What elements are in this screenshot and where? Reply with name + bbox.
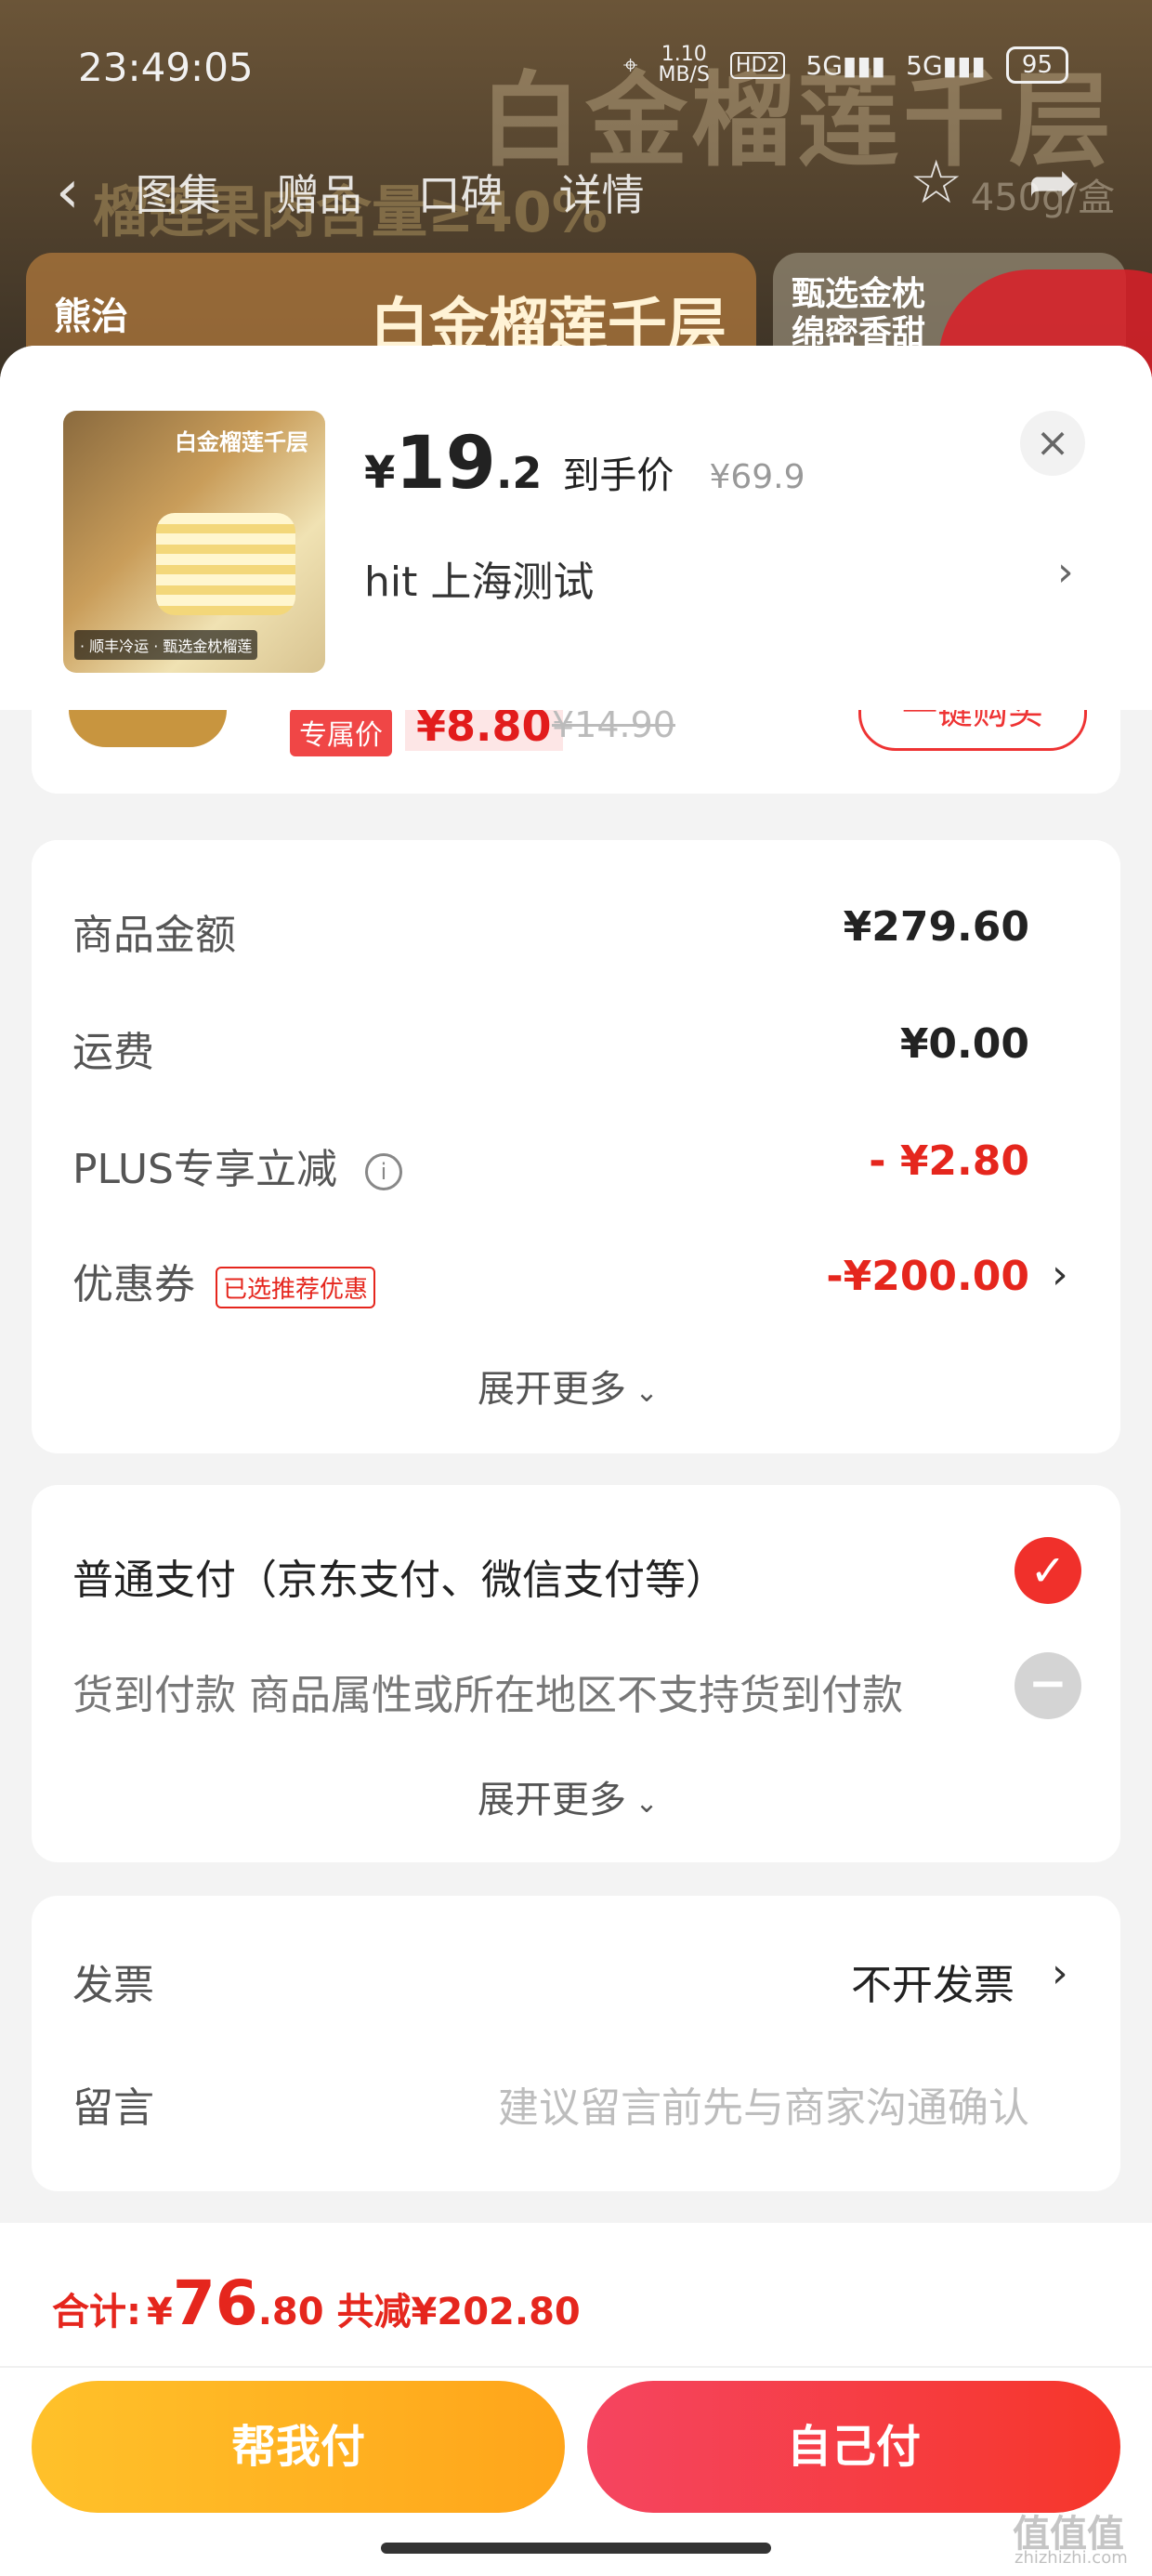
exclusive-price-label: 专属价	[290, 710, 392, 756]
chevron-down-icon: ⌄	[626, 1787, 659, 1820]
invoice-label: 发票	[72, 1962, 154, 2009]
note-input[interactable]: 建议留言前先与商家沟通确认	[498, 2074, 1029, 2134]
tab-gallery[interactable]: 图集	[136, 162, 221, 223]
signal-icon: 5G▮▮▮	[805, 49, 886, 81]
signal-icon-2: 5G▮▮▮	[906, 49, 986, 81]
coupon-badge: 已选推荐优惠	[216, 1266, 376, 1308]
chevron-down-icon: ⌄	[626, 1376, 659, 1409]
total-decimal: .80	[257, 2291, 324, 2333]
goods-amount-value: ¥279.60	[843, 903, 1029, 951]
background-feature-line1: 甄选金枕	[792, 275, 926, 313]
upsell-card: 专属价 ¥8.80 ¥14.90 一键购买	[32, 710, 1120, 794]
price-tag: 到手价	[562, 454, 674, 497]
background-brand: 熊治	[54, 296, 128, 338]
coupon-value[interactable]: -¥200.00	[826, 1253, 1029, 1300]
payment-cod-label: 货到付款 商品属性或所在地区不支持货到付款	[72, 1672, 903, 1719]
total-saved: 共减¥202.80	[336, 2291, 581, 2333]
expand-more-label: 展开更多	[478, 1779, 626, 1821]
total-row: 合计: ¥ 76 .80 共减¥202.80	[52, 2267, 581, 2339]
invoice-card	[32, 1896, 1120, 2191]
thumbnail-title: 白金榴莲千层	[175, 429, 308, 455]
net-speed-unit: MB/S	[658, 63, 710, 86]
share-icon[interactable]: ➦	[1028, 149, 1078, 217]
delivery-address[interactable]: hit 上海测试	[364, 548, 594, 608]
top-nav: ‹ 图集 赠品 口碑 详情	[56, 158, 645, 227]
total-label: 合计:	[52, 2291, 141, 2333]
signal-label-2: 5G	[906, 49, 943, 81]
tab-reviews[interactable]: 口碑	[418, 162, 504, 223]
expand-more-label: 展开更多	[478, 1368, 626, 1411]
invoice-value[interactable]: 不开发票	[851, 1952, 1015, 2011]
net-speed: 1.10 MB/S	[658, 45, 709, 85]
plus-discount-row: PLUS专享立减 i	[72, 1136, 402, 1195]
coupon-row[interactable]: 优惠券 已选推荐优惠	[72, 1251, 376, 1310]
plus-discount-label: PLUS专享立减	[72, 1146, 337, 1193]
thumbnail-bottom-text: · 顺丰冷运 · 甄选金枕榴莲	[74, 630, 258, 660]
self-pay-button[interactable]: 自己付	[587, 2381, 1120, 2513]
hd-icon: HD2	[729, 51, 786, 79]
payment-normal-label[interactable]: 普通支付（京东支付、微信支付等）	[72, 1546, 727, 1606]
goods-amount-label: 商品金额	[72, 912, 236, 959]
home-indicator[interactable]	[381, 2543, 771, 2554]
back-arrow-icon[interactable]: ‹	[56, 158, 80, 227]
one-click-buy-button[interactable]: 一键购买	[858, 710, 1087, 751]
battery-icon: 95	[1005, 46, 1068, 84]
chevron-right-icon[interactable]: ›	[1057, 548, 1074, 596]
signal-label-1: 5G	[805, 49, 843, 81]
plus-discount-value: - ¥2.80	[869, 1137, 1029, 1185]
cake-image	[156, 513, 295, 615]
upsell-price: ¥8.80	[405, 710, 563, 751]
nav-actions: ☆ ➦	[910, 149, 1078, 217]
chevron-right-icon[interactable]: ›	[1052, 1251, 1068, 1298]
price-row: ¥ 19 .2 到手价 ¥69.9	[364, 422, 805, 506]
upsell-image	[69, 710, 227, 747]
price-currency: ¥	[364, 447, 396, 499]
chevron-right-icon[interactable]: ›	[1052, 1950, 1068, 1997]
price-integer: 19	[395, 422, 496, 506]
total-integer: 76	[172, 2267, 258, 2339]
product-thumbnail: 白金榴莲千层 · 顺丰冷运 · 甄选金枕榴莲	[63, 411, 325, 673]
expand-more-amounts[interactable]: 展开更多 ⌄	[478, 1359, 659, 1413]
shipping-value: ¥0.00	[899, 1020, 1029, 1068]
price-decimal: .2	[495, 448, 543, 498]
shipping-label: 运费	[72, 1029, 154, 1076]
status-time: 23:49:05	[78, 45, 254, 90]
upsell-original-price: ¥14.90	[552, 710, 675, 745]
watermark-url: zhizhizhi.com	[1015, 2548, 1128, 2568]
status-icons: ⌖ 1.10 MB/S HD2 5G▮▮▮ 5G▮▮▮ 95	[623, 45, 1068, 85]
original-price: ¥69.9	[709, 458, 805, 496]
check-icon[interactable]: ✓	[1015, 1537, 1081, 1604]
location-icon: ⌖	[622, 49, 638, 80]
background-feature-text: 甄选金枕 绵密香甜	[792, 275, 925, 353]
coupon-label: 优惠券	[72, 1261, 195, 1308]
help-pay-button[interactable]: 帮我付	[32, 2381, 565, 2513]
expand-more-payment[interactable]: 展开更多 ⌄	[478, 1769, 659, 1823]
disabled-icon: −	[1015, 1652, 1081, 1719]
star-icon[interactable]: ☆	[910, 149, 962, 217]
sheet-header: 白金榴莲千层 · 顺丰冷运 · 甄选金枕榴莲 ¥ 19 .2 到手价 ¥69.9…	[0, 346, 1152, 710]
info-icon[interactable]: i	[365, 1153, 402, 1190]
bottom-divider	[0, 2366, 1152, 2368]
close-icon[interactable]: ×	[1020, 411, 1085, 476]
tab-details[interactable]: 详情	[559, 162, 645, 223]
tab-gift[interactable]: 赠品	[277, 162, 362, 223]
total-currency: ¥	[147, 2291, 173, 2333]
note-label: 留言	[72, 2084, 154, 2132]
